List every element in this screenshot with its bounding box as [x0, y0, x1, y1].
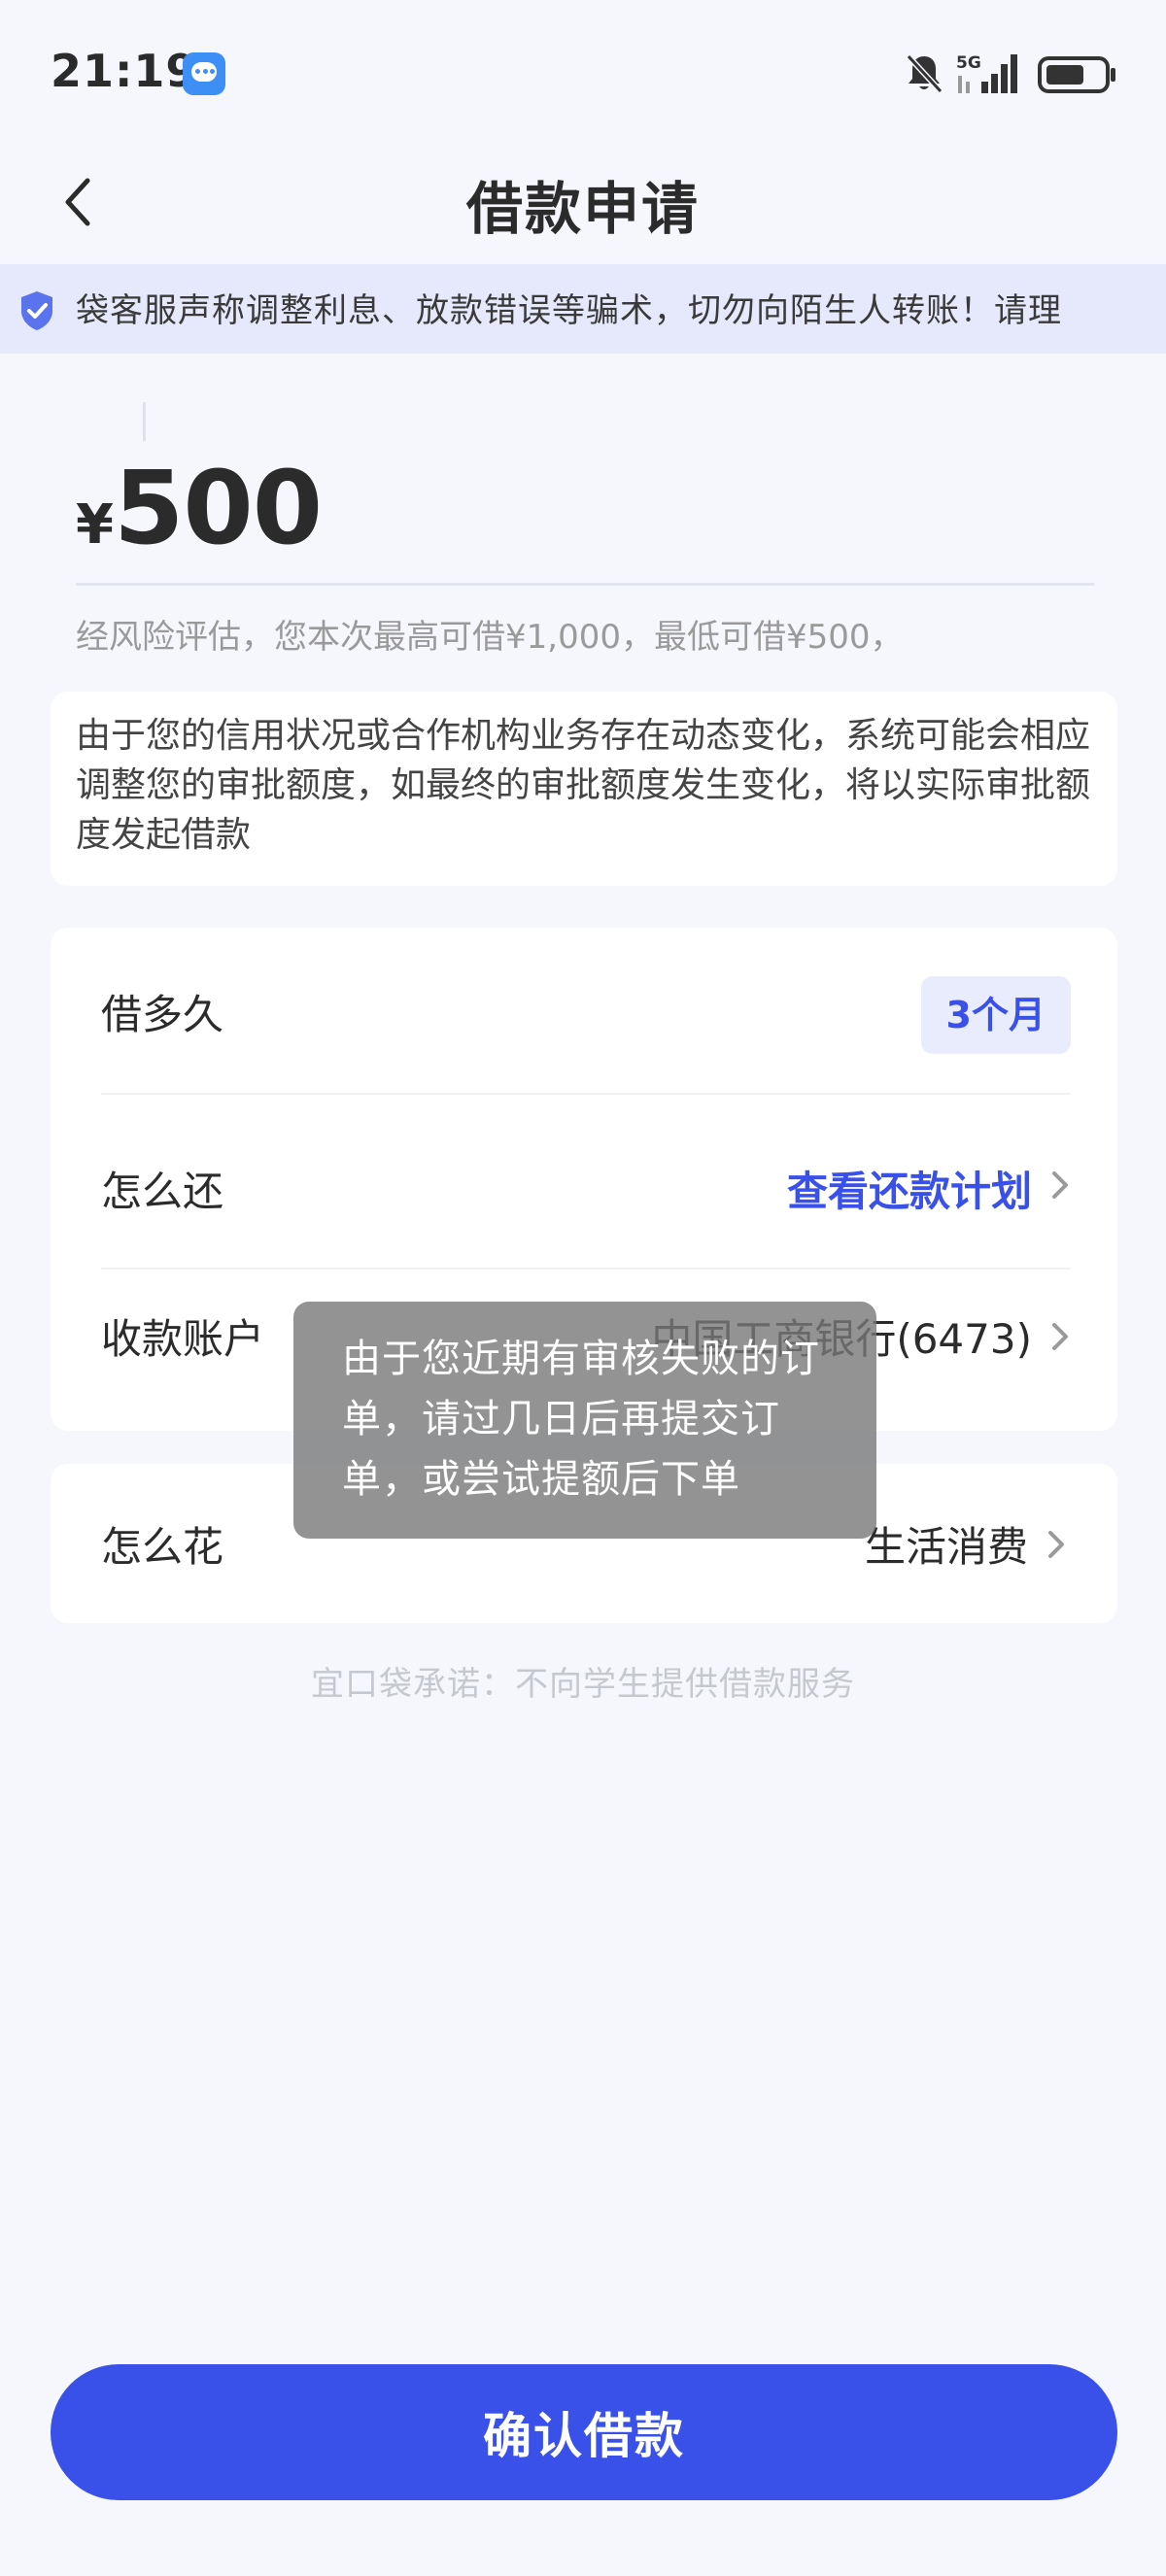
amount-value: 500	[113, 449, 323, 567]
chevron-right-icon	[1052, 1171, 1068, 1199]
status-bar: 21:19 5G	[0, 0, 1166, 146]
credit-info-text: 由于您的信用状况或合作机构业务存在动态变化，系统可能会相应调整您的审批额度，如最…	[76, 716, 1091, 855]
account-label: 收款账户	[101, 1315, 265, 1363]
spend-label: 怎么花	[101, 1523, 224, 1571]
repay-row[interactable]: 怎么还 查看还款计划	[101, 1104, 1071, 1270]
toast-text: 由于您近期有审核失败的订单，请过几日后再提交订单，或尝试提额后下单	[342, 1337, 820, 1502]
divider	[101, 1093, 1071, 1095]
spend-value: 生活消费	[864, 1523, 1028, 1571]
loan-amount-input[interactable]: ¥500	[76, 449, 323, 567]
battery-icon	[1038, 56, 1115, 93]
currency-symbol: ¥	[76, 493, 114, 557]
message-icon	[183, 52, 225, 95]
toast-message: 由于您近期有审核失败的订单，请过几日后再提交订单，或尝试提额后下单	[293, 1302, 876, 1539]
network-label: 5G	[956, 53, 981, 73]
fraud-notice-banner[interactable]: 袋客服声称调整利息、放款错误等骗术，切勿向陌生人转账！请理	[0, 264, 1166, 354]
term-label: 借多久	[101, 991, 224, 1038]
signal-icon: 5G	[956, 53, 1017, 93]
shield-check-icon	[21, 291, 52, 330]
notice-text: 袋客服声称调整利息、放款错误等骗术，切勿向陌生人转账！请理	[76, 291, 1062, 330]
chevron-right-icon	[1048, 1531, 1064, 1558]
bell-off-icon	[906, 53, 943, 94]
chevron-right-icon	[1052, 1323, 1068, 1350]
term-row: 借多久 3个月	[101, 928, 1071, 1093]
input-cursor	[143, 402, 146, 441]
repay-label: 怎么还	[101, 1168, 224, 1215]
repay-plan-link[interactable]: 查看还款计划	[787, 1159, 1032, 1218]
confirm-loan-button[interactable]: 确认借款	[51, 2364, 1117, 2500]
header: 借款申请	[0, 146, 1166, 262]
page-title: 借款申请	[465, 176, 700, 242]
no-student-loan-promise: 宜口袋承诺：不向学生提供借款服务	[311, 1665, 855, 1704]
term-badge[interactable]: 3个月	[920, 976, 1071, 1054]
credit-info-card: 由于您的信用状况或合作机构业务存在动态变化，系统可能会相应调整您的审批额度，如最…	[51, 692, 1117, 886]
amount-underline	[76, 583, 1094, 586]
limit-text: 经风险评估，您本次最高可借¥1,000，最低可借¥500，	[76, 618, 904, 657]
status-time: 21:19	[51, 45, 198, 97]
